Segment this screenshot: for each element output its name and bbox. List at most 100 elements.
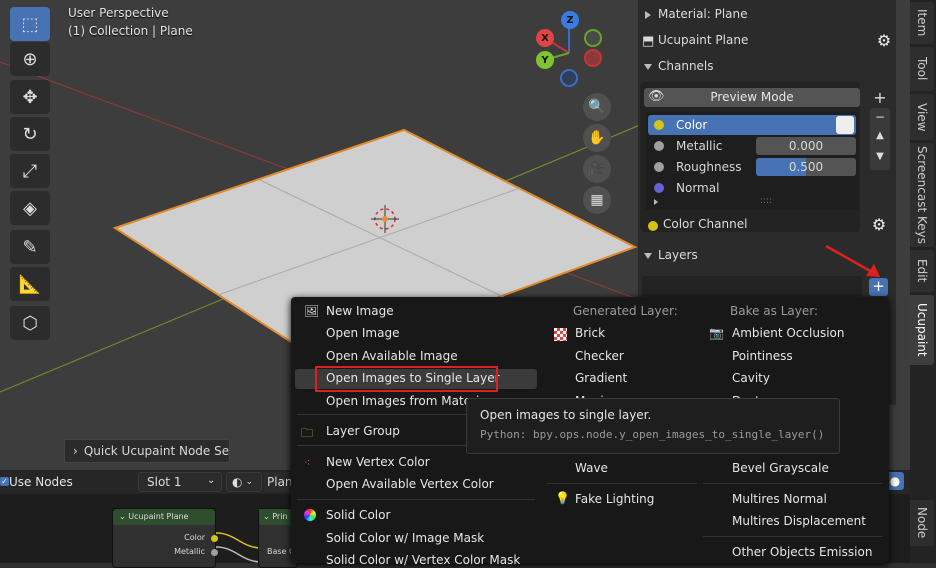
tab-ucupaint[interactable]: Ucupaint [910, 295, 934, 365]
camera-icon[interactable]: 🎥 [583, 155, 611, 183]
normal-dot-icon [654, 183, 664, 193]
list-item[interactable]: Color [648, 115, 856, 135]
tab-edit[interactable]: Edit [910, 250, 934, 292]
color-dot-icon [654, 120, 664, 130]
slot-dropdown[interactable]: Slot 1 ⌄ [138, 472, 222, 492]
channel-name: Metallic [676, 139, 723, 153]
tab-view[interactable]: View [910, 94, 934, 140]
gizmo-z[interactable]: Z [561, 11, 579, 29]
menu-item-multires-normal[interactable]: Multires Normal [732, 492, 827, 506]
resize-grip-icon[interactable]: :::: [760, 196, 772, 206]
collapse-down-icon[interactable] [644, 64, 652, 70]
divider [703, 483, 883, 484]
folder-icon: 🗀 [301, 426, 314, 440]
node-links [216, 532, 263, 563]
node-header: ⌄ Ucupaint Plane [113, 509, 215, 525]
menu-item-solid-color[interactable]: Solid Color [326, 508, 390, 522]
menu-item-checker[interactable]: Checker [575, 349, 624, 363]
image-icon: 🖼 [304, 304, 320, 318]
move-up-icon[interactable]: ▲ [870, 130, 890, 141]
menu-item-fake-lighting[interactable]: Fake Lighting [575, 492, 654, 506]
gear-icon[interactable]: ⚙ [870, 216, 888, 234]
expand-icon[interactable] [654, 199, 658, 205]
menu-item-other-objects-emission[interactable]: Other Objects Emission [732, 545, 872, 559]
gear-icon[interactable]: ⚙ [875, 32, 893, 50]
menu-item-open-image[interactable]: Open Image [326, 326, 399, 340]
tab-node[interactable]: Node [910, 500, 934, 546]
menu-item-open-available-image[interactable]: Open Available Image [326, 349, 458, 363]
chevron-down-icon: ⌄ [245, 477, 254, 487]
menu-item-ambient-occlusion[interactable]: Ambient Occlusion [732, 326, 844, 340]
chevron-down-icon: ⌄ [263, 512, 270, 521]
collection-label: (1) Collection | Plane [68, 24, 193, 38]
move-icon[interactable]: ✥ [10, 80, 50, 114]
menu-item-new-vertex-color[interactable]: New Vertex Color [326, 455, 430, 469]
tooltip-python: Python: bpy.ops.node.y_open_images_to_si… [480, 428, 825, 441]
add-cube-icon[interactable]: ⬡ [10, 306, 50, 340]
light-bulb-icon: 💡 [555, 491, 570, 505]
preview-mode-button[interactable]: 👁 Preview Mode [644, 88, 860, 107]
rotate-icon[interactable]: ↻ [10, 117, 50, 151]
use-nodes-checkbox[interactable]: ✓ [0, 477, 9, 486]
material-browse-button[interactable]: ◐ ⌄ [226, 472, 262, 492]
menu-item-layer-group[interactable]: Layer Group [326, 424, 400, 438]
menu-item-pointiness[interactable]: Pointiness [732, 349, 793, 363]
tab-screencast-keys[interactable]: Screencast Keys [910, 143, 934, 247]
list-item[interactable]: Metallic 0.000 [648, 136, 856, 156]
preview-mode-label: Preview Mode [710, 90, 794, 104]
color-wheel-icon [304, 509, 316, 521]
measure-icon[interactable]: 📐 [10, 267, 50, 301]
annotate-icon[interactable]: ✎ [10, 230, 50, 264]
camera-flash-icon: 📷 [709, 326, 724, 340]
menu-item-wave[interactable]: Wave [575, 461, 608, 475]
ucupaint-node[interactable]: ⌄ Ucupaint Plane Color Metallic [112, 508, 218, 568]
channel-value-field[interactable]: 0.000 [756, 137, 856, 155]
ucupaint-icon: ⬒ [642, 34, 655, 49]
material-name-field[interactable]: Plan [264, 472, 294, 492]
divider [547, 483, 697, 484]
menu-item-solid-color-image-mask[interactable]: Solid Color w/ Image Mask [326, 531, 484, 545]
gizmo-y[interactable]: Y [536, 51, 554, 69]
gizmo-x[interactable]: X [536, 29, 554, 47]
material-label: Material: Plane [658, 7, 748, 21]
tab-tool[interactable]: Tool [910, 47, 934, 91]
use-nodes-label: Use Nodes [9, 475, 73, 489]
menu-item-brick[interactable]: Brick [575, 326, 605, 340]
sidebar-tabs: Item Tool View Screencast Keys Edit Ucup… [910, 0, 936, 563]
menu-item-solid-color-vertex-mask[interactable]: Solid Color w/ Vertex Color Mask [326, 553, 520, 567]
menu-item-new-image[interactable]: New Image [326, 304, 394, 318]
tab-item[interactable]: Item [910, 2, 934, 44]
transform-icon[interactable]: ◈ [10, 191, 50, 225]
scale-icon[interactable]: ⤢ [10, 154, 50, 188]
menu-item-open-available-vertex-color[interactable]: Open Available Vertex Color [326, 477, 494, 491]
grid-projection-icon[interactable]: ▦ [583, 186, 611, 214]
list-item[interactable]: Normal [648, 178, 856, 198]
menu-item-cavity[interactable]: Cavity [732, 371, 770, 385]
zoom-icon[interactable]: 🔍 [583, 93, 611, 121]
chevron-down-icon: ⌄ [119, 512, 126, 521]
add-channel-icon[interactable]: + [870, 88, 890, 108]
collapse-down-icon[interactable] [644, 253, 652, 259]
chevron-down-icon: ⌄ [207, 475, 216, 486]
list-item[interactable]: Roughness 0.500 [648, 157, 856, 177]
chevron-right-icon: › [73, 444, 78, 458]
menu-item-gradient[interactable]: Gradient [575, 371, 627, 385]
slot-label: Slot 1 [147, 475, 182, 489]
menu-item-open-images-from-material[interactable]: Open Images from Materia [326, 394, 487, 408]
pan-hand-icon[interactable]: ✋ [583, 124, 611, 152]
channel-dot-icon [654, 141, 664, 151]
material-sphere-icon: ◐ [232, 475, 243, 489]
color-swatch[interactable] [836, 116, 854, 134]
move-down-icon[interactable]: ▼ [870, 151, 890, 162]
channel-value-field[interactable]: 0.500 [756, 158, 856, 176]
channel-dot-icon [654, 162, 664, 172]
quick-setup-panel[interactable]: › Quick Ucupaint Node Setu [64, 439, 230, 463]
select-box-icon[interactable]: ⬚ [10, 7, 50, 41]
remove-channel-icon[interactable]: − [870, 110, 890, 124]
channel-name: Roughness [676, 160, 742, 174]
menu-item-multires-displacement[interactable]: Multires Displacement [732, 514, 866, 528]
menu-item-bevel-grayscale[interactable]: Bevel Grayscale [732, 461, 829, 475]
collapse-right-icon[interactable] [645, 11, 651, 19]
color-channel-dot-icon [648, 221, 658, 231]
cursor-icon[interactable]: ⊕ [10, 42, 50, 76]
